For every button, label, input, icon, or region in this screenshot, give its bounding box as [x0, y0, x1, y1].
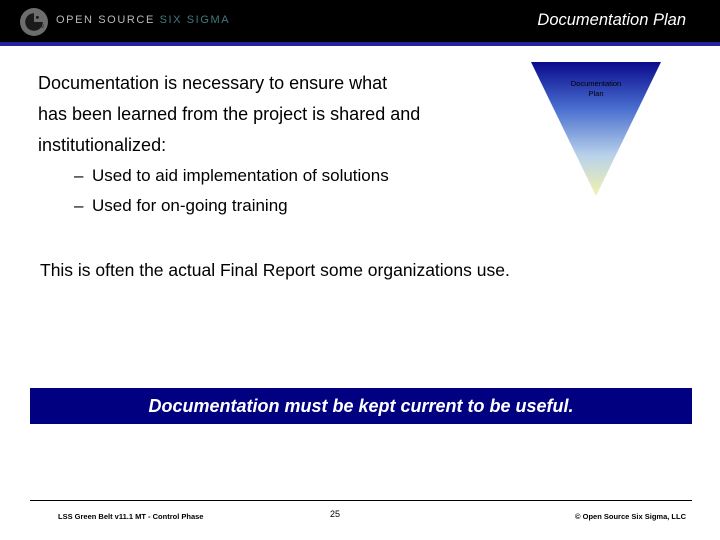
- body-line: has been learned from the project is sha…: [38, 104, 421, 124]
- funnel-label-line2: Plan: [588, 89, 604, 98]
- brand-wordmark-open-source: OPEN SOURCE: [56, 14, 160, 26]
- bullet-dash-icon: –: [74, 166, 84, 185]
- body-line: institutionalized:: [38, 135, 167, 155]
- bullet-item-label: Used for on-going training: [92, 196, 288, 215]
- footer-copyright: © Open Source Six Sigma, LLC: [575, 512, 686, 521]
- secondary-paragraph: This is often the actual Final Report so…: [40, 260, 510, 280]
- page-title: Documentation Plan: [537, 11, 686, 29]
- funnel-label-line1: Documentation: [570, 79, 622, 88]
- callout-banner: Documentation must be kept current to be…: [30, 388, 692, 424]
- callout-text: Documentation must be kept current to be…: [148, 395, 574, 416]
- page-number: 25: [330, 509, 341, 519]
- body-text-block: Documentation is necessary to ensure wha…: [38, 68, 524, 221]
- funnel-label: Documentation Plan: [531, 79, 661, 99]
- bullet-item-label: Used to aid implementation of solutions: [92, 166, 389, 185]
- bullet-item: – Used for on-going training: [38, 191, 524, 221]
- brand-wordmark: OPEN SOURCE SIX SIGMA: [56, 14, 230, 26]
- slide: TM OPEN SOURCE SIX SIGMA Documentation P…: [0, 0, 720, 540]
- brand-logo-icon: TM: [20, 8, 48, 36]
- brand-wordmark-six-sigma: SIX SIGMA: [159, 14, 231, 26]
- funnel-triangle-graphic: Documentation Plan: [531, 62, 661, 196]
- bullet-dash-icon: –: [74, 196, 84, 215]
- footer-divider: [30, 500, 692, 501]
- body-line: Documentation is necessary to ensure wha…: [38, 73, 388, 93]
- svg-text:TM: TM: [38, 24, 44, 30]
- slide-header: TM OPEN SOURCE SIX SIGMA Documentation P…: [0, 0, 720, 42]
- bullet-item: – Used to aid implementation of solutions: [38, 161, 524, 191]
- footer-course-label: LSS Green Belt v11.1 MT - Control Phase: [58, 512, 204, 521]
- header-divider: [0, 42, 720, 46]
